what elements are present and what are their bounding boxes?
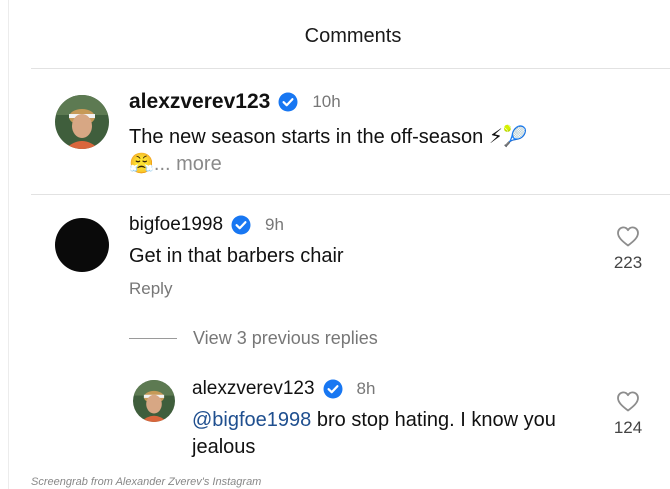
comment-user-line: bigfoe1998 9h — [129, 213, 284, 237]
heart-outline-icon — [617, 391, 639, 412]
profile-photo — [133, 380, 175, 422]
verified-badge-icon — [323, 379, 343, 399]
reply-button[interactable]: Reply — [129, 279, 172, 299]
emoji: 😤 — [129, 153, 154, 175]
replies-line — [129, 338, 177, 339]
caption-line-2: 😤... more — [129, 151, 629, 178]
more-link[interactable]: ... more — [154, 153, 222, 175]
reply-user-line: alexzverev123 8h — [192, 377, 375, 401]
post-caption: The new season starts in the off-season … — [129, 124, 629, 178]
post-user-line: alexzverev123 10h — [129, 90, 341, 114]
reply-text: @bigfoe1998 bro stop hating. I know you … — [192, 407, 592, 461]
mention-link[interactable]: @bigfoe1998 — [192, 409, 311, 431]
username[interactable]: alexzverev123 — [129, 90, 270, 114]
verified-badge-icon — [278, 92, 298, 112]
view-replies-link[interactable]: View 3 previous replies — [129, 328, 378, 349]
like-button[interactable]: 124 — [603, 390, 653, 438]
timestamp: 9h — [265, 215, 284, 234]
reply-line-2: jealous — [192, 436, 256, 458]
left-border — [8, 0, 9, 489]
post-divider — [31, 194, 670, 195]
header-divider — [31, 68, 670, 69]
view-replies-label: View 3 previous replies — [193, 328, 378, 348]
profile-photo — [55, 95, 109, 149]
heart-outline-icon — [617, 226, 639, 247]
username[interactable]: alexzverev123 — [192, 378, 315, 400]
avatar[interactable] — [55, 218, 109, 272]
page-title: Comments — [304, 25, 402, 47]
avatar[interactable] — [55, 95, 109, 149]
image-credit: Screengrab from Alexander Zverev's Insta… — [31, 476, 262, 488]
like-button[interactable]: 223 — [603, 225, 653, 273]
reply-text-rest: bro stop hating. I know you — [311, 409, 556, 431]
comment-text: Get in that barbers chair — [129, 245, 344, 267]
like-count: 223 — [613, 253, 643, 272]
comments-header: Comments — [0, 0, 670, 68]
timestamp: 10h — [312, 92, 341, 111]
verified-badge-icon — [231, 215, 251, 235]
caption-line: The new season starts in the off-season … — [129, 126, 528, 148]
like-count: 124 — [613, 418, 643, 437]
timestamp: 8h — [356, 379, 376, 398]
username[interactable]: bigfoe1998 — [129, 214, 223, 236]
reply-line: @bigfoe1998 bro stop hating. I know you — [192, 407, 592, 434]
avatar[interactable] — [133, 380, 175, 422]
